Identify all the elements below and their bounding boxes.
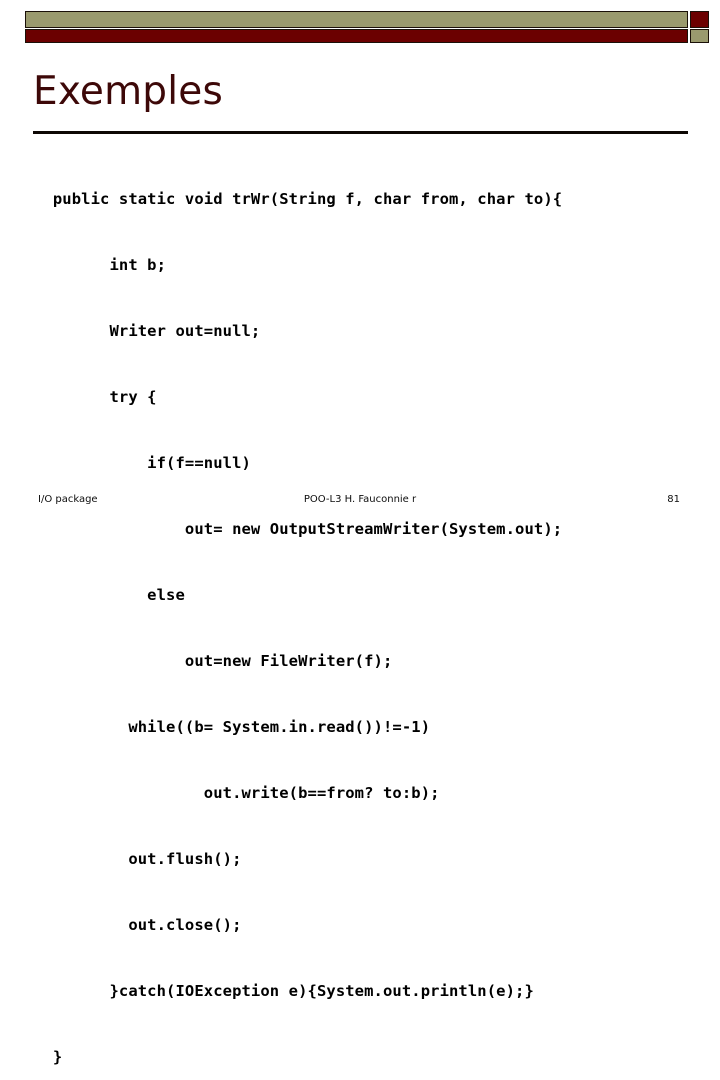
code-line: int b; [34, 256, 167, 274]
header-decoration [0, 0, 720, 56]
code-line: Writer out=null; [34, 322, 261, 340]
footer-course-label: POO-L3 H. Fauconnie r [303, 494, 417, 505]
slide-footer: I/O package POO-L3 H. Fauconnie r 81 [0, 492, 720, 514]
code-line: out=new FileWriter(f); [34, 652, 393, 670]
page-title: Exemples [33, 69, 224, 114]
code-line: }catch(IOException e){System.out.println… [34, 982, 534, 1000]
title-divider [33, 131, 688, 134]
code-line: out.flush(); [34, 850, 242, 868]
code-line: public static void trWr(String f, char f… [34, 190, 563, 208]
code-line: out= new OutputStreamWriter(System.out); [34, 520, 563, 538]
code-line: try { [34, 388, 157, 406]
code-line: else [34, 586, 185, 604]
code-line: out.write(b==from? to:b); [34, 784, 440, 802]
dark-red-square [690, 11, 709, 28]
code-block: public static void trWr(String f, char f… [34, 144, 714, 1080]
olive-bar [25, 11, 688, 28]
code-line: out.close(); [34, 916, 242, 934]
code-line: if(f==null) [34, 454, 251, 472]
code-line: } [34, 1048, 63, 1066]
page-number: 81 [667, 494, 680, 505]
code-line: while((b= System.in.read())!=-1) [34, 718, 431, 736]
olive-square [690, 29, 709, 43]
dark-red-bar [25, 29, 688, 43]
